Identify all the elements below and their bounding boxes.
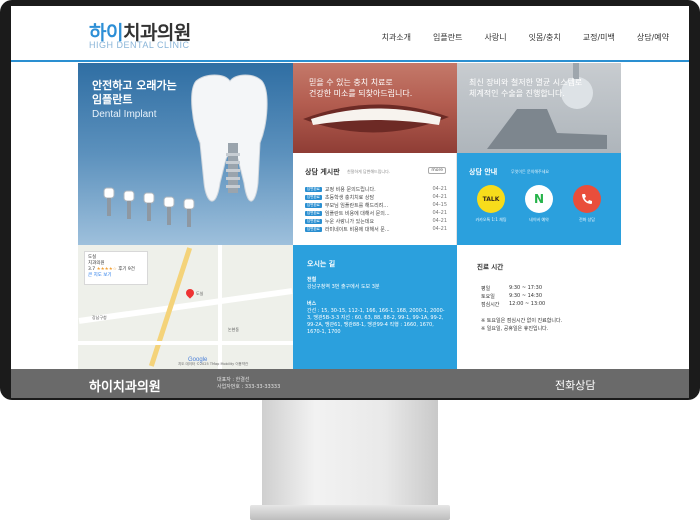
answered-badge: 답변완료 (305, 218, 322, 224)
tooth-implant-illustration (103, 74, 268, 227)
board-row-date: 04-21 (432, 226, 447, 232)
kakao-talk-icon[interactable]: TALK (477, 185, 505, 213)
naver-label: 네이버 예약 (529, 217, 549, 222)
footer-ceo: 대표자 : 한결선 (217, 377, 250, 383)
hours-row: 점심시간 12:00 ~ 13:00 (481, 301, 546, 308)
subway-info: 전철 강남구청역 3번 출구에서 도보 3분 (307, 277, 449, 291)
nav-item-orthodontics[interactable]: 교정/미백 (583, 32, 615, 43)
footer-logo: 하이치과의원 (89, 379, 161, 394)
footer-business-number: 사업자번호 : 333-33-33333 (217, 384, 281, 390)
site-header: 하이치과의원 HIGH DENTAL CLINIC 치과소개 임플란트 사랑니 … (11, 6, 689, 62)
hours-table: 평일 9:30 ~ 17:30 토요일 9:30 ~ 14:30 점심시간 12:00… (481, 285, 545, 309)
footer-info: 대표자 : 한결선 사업자번호 : 333-33-33333 (217, 377, 280, 391)
phone-label: 전화 상담 (579, 217, 595, 222)
map-label-clinic: 도실 (196, 291, 204, 296)
nav-item-implant[interactable]: 임플란트 (433, 32, 462, 43)
map-label-area: 논현동 (228, 327, 240, 332)
board-row-title: 초등학생 충치치료 상담 (324, 194, 375, 201)
monitor-foot (250, 505, 450, 520)
board-row-date: 04-15 (432, 202, 447, 208)
board-row-title: 임플란트 비용에 대해서 문의... (324, 210, 390, 217)
cavity-banner[interactable]: 믿을 수 있는 충치 치료로 건강한 미소를 되찾아드립니다. (293, 63, 457, 153)
nav-item-consult[interactable]: 상담/예약 (637, 32, 669, 43)
hours-row: 토요일 9:30 ~ 14:30 (481, 293, 543, 300)
place-rating: 3.7 (88, 267, 96, 272)
naver-icon[interactable]: N (525, 185, 553, 213)
board-list: 답변완료 교정 비용 문의드립니다. 04-21 답변완료 초등학생 충치치료 상담 0… (305, 185, 447, 233)
directions-title: 오시는 길 (307, 260, 336, 268)
consult-board: 상담 게시판 친절하게 답변해드립니다. more 답변완료 교정 비용 문의드립… (293, 153, 457, 245)
website-screen: 하이치과의원 HIGH DENTAL CLINIC 치과소개 임플란트 사랑니 … (11, 6, 689, 398)
board-row-title: 누운 사랑니가 있는데요 (324, 218, 375, 225)
bus-info: 버스 간선 : 15, 30-15, 112-1, 166, 166-1, 16… (307, 301, 449, 336)
site-footer: 하이치과의원 대표자 : 한결선 사업자번호 : 333-33-33333 전화… (11, 369, 689, 398)
answered-badge: 답변완료 (305, 186, 322, 192)
phone-icon[interactable] (573, 185, 601, 213)
logo-subtitle: HIGH DENTAL CLINIC (89, 40, 190, 50)
review-count: 후기 9건 (118, 267, 135, 272)
hours-panel: 진료 시간 평일 9:30 ~ 17:30 토요일 9:30 ~ 14:30 점심시… (457, 245, 621, 369)
subway-text: 강남구청역 3번 출구에서 도보 3분 (307, 284, 380, 290)
consult-subtitle: 무엇이든 문의해주세요 (511, 169, 550, 174)
phone-consult-title[interactable]: 전화상담 (555, 377, 595, 393)
board-row-date: 04-21 (432, 194, 447, 200)
board-row-date: 04-21 (432, 186, 447, 192)
monitor-mockup: 하이치과의원 HIGH DENTAL CLINIC 치과소개 임플란트 사랑니 … (0, 0, 700, 520)
nav-item-gum-cavity[interactable]: 잇몸/충치 (529, 32, 561, 43)
bus-text: 간선 : 15, 30-15, 112-1, 166, 166-1, 168, … (307, 308, 445, 335)
board-row[interactable]: 답변완료 초등학생 충치치료 상담 04-21 (305, 193, 447, 201)
board-subtitle: 친절하게 답변해드립니다. (347, 169, 391, 174)
answered-badge: 답변완료 (305, 194, 322, 200)
holiday-note: ※ 일요일, 공휴일은 휴진입니다. (481, 326, 549, 332)
board-row[interactable]: 답변완료 부모님 임플란트를 해드리려... 04-15 (305, 201, 447, 209)
nav-item-wisdom-tooth[interactable]: 사랑니 (484, 32, 506, 43)
monitor-stand (262, 400, 438, 508)
consult-info: 상담 안내 무엇이든 문의해주세요 TALK N 카카오톡 1:1 채팅 네이버… (457, 153, 621, 245)
hours-row: 평일 9:30 ~ 17:30 (481, 285, 543, 292)
answered-badge: 답변완료 (305, 202, 322, 208)
board-row-date: 04-21 (432, 218, 447, 224)
cavity-caption: 믿을 수 있는 충치 치료로 건강한 미소를 되찾아드립니다. (309, 78, 413, 98)
answered-badge: 답변완료 (305, 210, 322, 216)
hours-title: 진료 시간 (477, 263, 504, 271)
board-row-title: 부모님 임플란트를 해드리려... (324, 202, 389, 209)
directions-panel: 오시는 길 전철 강남구청역 3번 출구에서 도보 3분 버스 간선 : 15,… (293, 245, 457, 369)
nav-item-clinic[interactable]: 치과소개 (382, 32, 411, 43)
rating-stars: ★★★★☆ (96, 267, 117, 272)
board-row[interactable]: 답변완료 임플란트 비용에 대해서 문의... 04-21 (305, 209, 447, 217)
place-card[interactable]: 도실 치과의원 3.7 ★★★★☆ 후기 9건 큰 지도 보기 (84, 251, 148, 285)
map-attribution: 지도 데이터 ©2025 TMap Mobility 이용약관 (178, 362, 249, 366)
board-row-date: 04-21 (432, 210, 447, 216)
board-row[interactable]: 답변완료 라미네이트 비용에 대해서 문... 04-21 (305, 225, 447, 233)
board-title: 상담 게시판 (305, 168, 340, 176)
board-more-button[interactable]: more (428, 167, 446, 174)
saturday-note: ※ 토요일은 점심시간 없이 진료합니다. (481, 318, 563, 324)
board-row-title: 교정 비용 문의드립니다. (324, 186, 376, 193)
equipment-banner[interactable]: 최신 장비와 철저한 멸균 시스템로 체계적인 수술을 진행합니다. (457, 63, 621, 153)
map-pin-icon[interactable] (184, 287, 196, 299)
main-nav: 치과소개 임플란트 사랑니 잇몸/충치 교정/미백 상담/예약 (360, 32, 669, 43)
implant-banner[interactable]: 안전하고 오래가는 임플란트 Dental Implant (78, 63, 293, 245)
map-label-office: 강남구청 (92, 315, 107, 320)
equipment-caption: 최신 장비와 철저한 멸균 시스템로 체계적인 수술을 진행합니다. (469, 78, 583, 98)
answered-badge: 답변완료 (305, 226, 322, 232)
board-row[interactable]: 답변완료 누운 사랑니가 있는데요 04-21 (305, 217, 447, 225)
board-row[interactable]: 답변완료 교정 비용 문의드립니다. 04-21 (305, 185, 447, 193)
bus-title: 버스 (307, 301, 317, 307)
location-map[interactable]: 도실 치과의원 3.7 ★★★★☆ 후기 9건 큰 지도 보기 강남구청 도실 … (78, 245, 293, 369)
consult-title: 상담 안내 (469, 168, 498, 176)
subway-title: 전철 (307, 277, 317, 283)
bigger-map-link[interactable]: 큰 지도 보기 (88, 273, 144, 279)
monitor-bezel: 하이치과의원 HIGH DENTAL CLINIC 치과소개 임플란트 사랑니 … (0, 0, 700, 400)
board-row-title: 라미네이트 비용에 대해서 문... (324, 226, 390, 233)
kakao-label: 카카오톡 1:1 채팅 (475, 217, 507, 222)
